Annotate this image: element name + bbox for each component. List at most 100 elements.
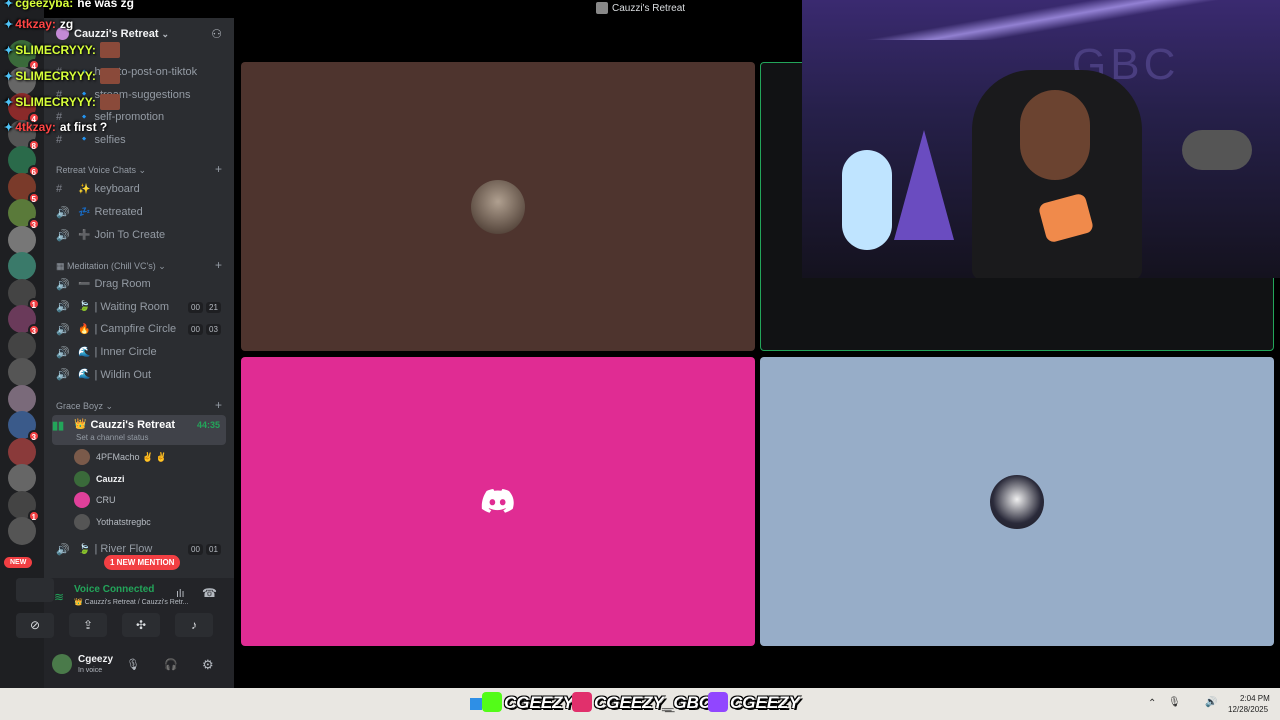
meditation-channel-3[interactable]: 🔊 🌊 | Inner Circle [56, 342, 157, 362]
microphone-arm [1182, 130, 1252, 170]
windows-start-icon[interactable] [470, 698, 482, 710]
network-icon[interactable]: ⌃ [1148, 698, 1156, 709]
add-channel-icon[interactable]: + [215, 258, 222, 272]
server-icon[interactable]: 3 [8, 305, 40, 336]
server-icon[interactable] [8, 225, 36, 254]
meditation-channel-1[interactable]: 🔊 🍃 | Waiting Room [56, 297, 169, 317]
discord-logo-icon [481, 489, 514, 513]
clock-date[interactable]: 12/28/2025 [1228, 705, 1268, 714]
avatar[interactable] [52, 654, 72, 674]
microphone-icon[interactable]: 🎙 [1168, 697, 1181, 708]
screen-share-button[interactable]: ⇪ [69, 613, 107, 637]
server-icon[interactable]: 3 [8, 411, 40, 442]
user-count: 00 [188, 324, 203, 336]
channel-cauzzis-retreat[interactable]: ▮▮ 👑 Cauzzi's Retreat 44:35 Set a channe… [52, 415, 226, 445]
server-icon[interactable]: 3 [8, 199, 40, 230]
add-channel-icon[interactable]: + [215, 398, 222, 412]
server-icon[interactable] [8, 252, 36, 280]
chevron-down-icon: ⌄ [161, 29, 170, 39]
voice-location[interactable]: 👑 Cauzzi's Retreat / Cauzzi's Retr... [74, 598, 188, 606]
avatar [471, 180, 525, 234]
server-icon[interactable]: 5 [8, 172, 40, 204]
badge-icon: ✦ [4, 96, 14, 109]
server-icon [596, 2, 608, 14]
speaker-icon: 🔊 [56, 206, 70, 219]
led-strip [832, 0, 1252, 40]
voice-active-icon: ▮▮ [52, 420, 65, 432]
speaker-icon: 🔊 [56, 278, 70, 291]
chat-message: ✦ SLIMECRYYY: [4, 94, 120, 110]
signal-icon: ≋ [54, 590, 65, 604]
soundboard-button[interactable]: ♪ [175, 613, 213, 637]
server-icon[interactable] [8, 517, 36, 545]
server-icon[interactable]: 1 [8, 278, 40, 310]
camera-toggle-button[interactable]: ⊘ [16, 613, 54, 637]
chat-message: ✦ SLIMECRYYY: [4, 68, 120, 84]
social-handle: CGEEZY [730, 693, 800, 712]
emote-icon [99, 68, 120, 84]
server-icon[interactable]: 6 [8, 146, 40, 177]
add-member-icon[interactable]: ⚇ [211, 27, 222, 41]
category-meditation[interactable]: ▦ Meditation (Chill VC's) ⌄ [56, 261, 166, 272]
chat-user: cgeezyba: [15, 0, 74, 10]
new-mention-pill[interactable]: 1 NEW MENTION [104, 555, 181, 570]
new-pill[interactable]: NEW [4, 557, 33, 568]
clock-time[interactable]: 2:04 PM [1240, 694, 1270, 703]
user-name: Cgeezy [78, 654, 114, 665]
category-grace-boyz[interactable]: Grace Boyz ⌄ [56, 401, 113, 412]
hash-icon: # [56, 133, 63, 146]
speaker-icon: 🔊 [56, 301, 70, 314]
voice-user[interactable]: 4PFMacho ✌️ ✌️ [74, 447, 167, 467]
tile-user-brown[interactable] [241, 62, 755, 351]
chat-message: ✦ 4tkzay: zg [4, 17, 73, 31]
voice-channel-0[interactable]: # ✨ keyboard [56, 179, 140, 199]
avatar [74, 513, 90, 530]
emote-icon [99, 94, 120, 110]
noise-suppression-icon[interactable]: ılı [176, 588, 185, 600]
server-icon[interactable] [8, 437, 36, 466]
window-title: Cauzzi's Retreat [596, 2, 685, 14]
chat-user: SLIMECRYYY: [15, 69, 96, 83]
camera-off-button[interactable] [16, 578, 54, 602]
voice-user[interactable]: CRU [74, 490, 116, 510]
chat-user: SLIMECRYYY: [15, 95, 96, 109]
voice-user[interactable]: Cauzzi [74, 469, 125, 489]
chat-message: ✦ 4tkzay: at first ? [4, 120, 107, 134]
headphones-icon[interactable]: 🎧 [164, 658, 178, 671]
meditation-channel-0[interactable]: 🔊 ➖ Drag Room [56, 274, 151, 294]
speaker-icon: 🔊 [56, 543, 70, 556]
badge-icon: ✦ [4, 0, 14, 10]
disconnect-icon[interactable]: ☎ [202, 586, 217, 600]
add-channel-icon[interactable]: + [215, 162, 222, 176]
tile-user-blue[interactable] [760, 357, 1274, 646]
tile-discord[interactable] [241, 357, 755, 646]
gear-icon[interactable]: ⚙ [202, 657, 214, 673]
social-handle: CGEEZY [504, 693, 574, 712]
server-icon[interactable] [8, 331, 36, 360]
microphone-icon[interactable]: 🎙 [126, 658, 140, 671]
social-handle: CGEEZY_GBC [594, 693, 712, 712]
activities-button[interactable]: ✣ [122, 613, 160, 637]
volume-icon[interactable]: 🔊 [1205, 697, 1217, 708]
meditation-channel-4[interactable]: 🔊 🌊 | Wildin Out [56, 365, 151, 385]
chat-message: ✦ SLIMECRYYY: [4, 42, 120, 58]
voice-channel-1[interactable]: 🔊 💤 Retreated [56, 202, 143, 222]
voice-channel-2[interactable]: 🔊 ➕ Join To Create [56, 225, 165, 245]
category-retreat-voice[interactable]: Retreat Voice Chats ⌄ [56, 165, 146, 176]
meditation-channel-2[interactable]: 🔊 🔥 | Campfire Circle [56, 319, 176, 339]
chat-message: ✦ cgeezyba: he was zg [4, 0, 134, 10]
server-icon[interactable] [8, 384, 36, 413]
server-icon[interactable]: 1 [8, 490, 40, 522]
chat-user: 4tkzay: [15, 120, 56, 134]
channel-sidebar: Cauzzi's Retreat ⌄ ⚇ # 🔹 how-to-post-on-tik… [16, 18, 234, 688]
channel-timer: 44:35 [196, 420, 220, 430]
voice-user[interactable]: Yothatstregbc [74, 512, 151, 532]
server-icon[interactable] [8, 358, 36, 386]
avatar [74, 449, 90, 465]
voice-status[interactable]: Voice Connected [74, 584, 154, 595]
badge-icon: ✦ [4, 44, 14, 57]
server-name: Cauzzi's Retreat ⌄ [74, 28, 170, 40]
channel-status[interactable]: Set a channel status [76, 433, 149, 442]
instagram-icon [572, 692, 592, 712]
server-icon[interactable] [8, 464, 36, 492]
